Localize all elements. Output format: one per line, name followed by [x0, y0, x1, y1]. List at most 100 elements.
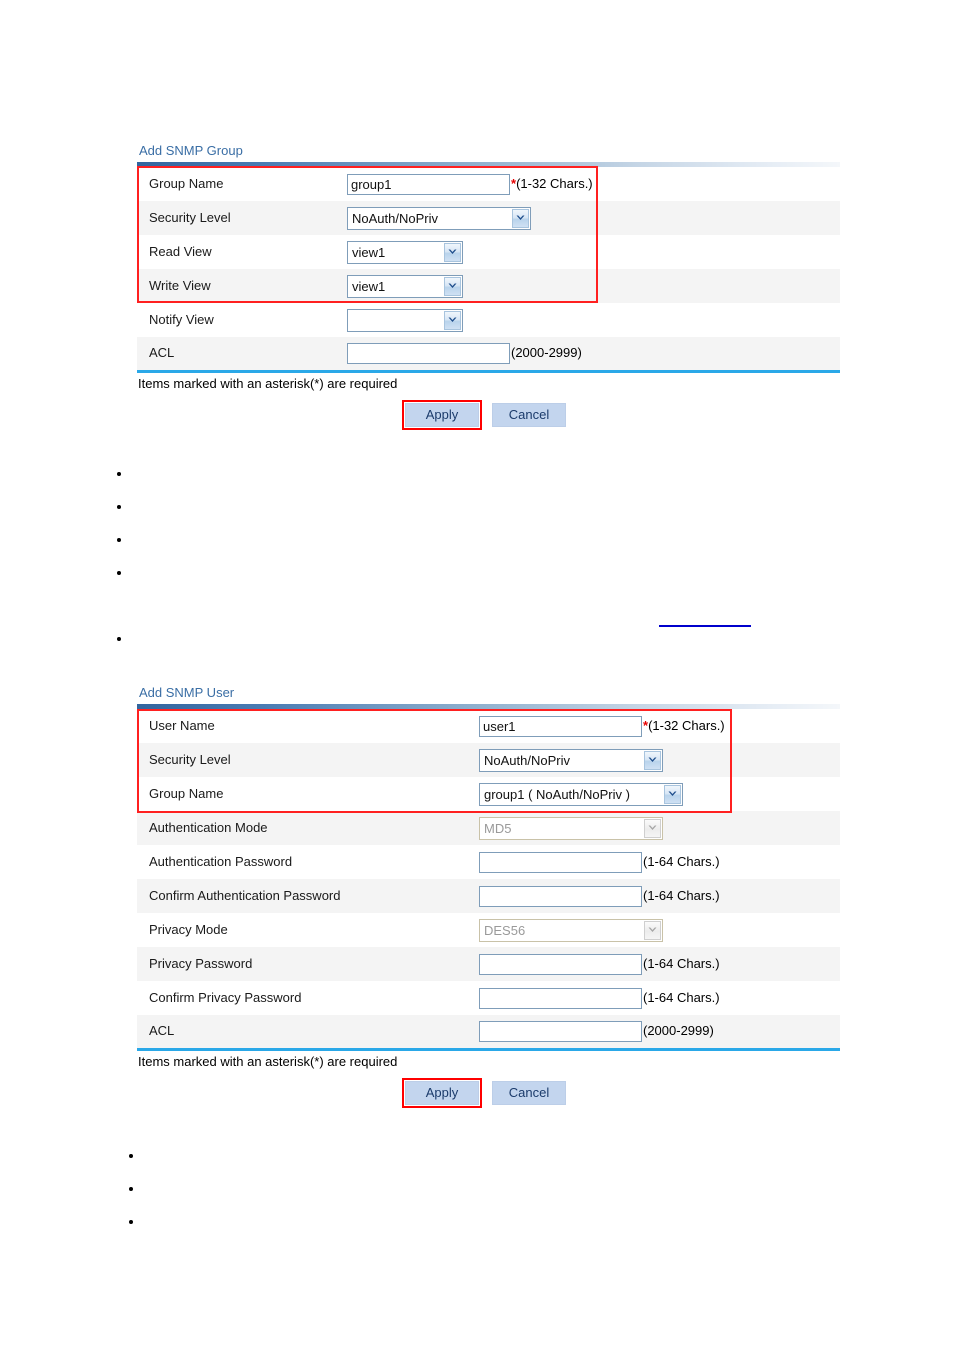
confirm-privacy-password-input[interactable] — [479, 987, 642, 1009]
chevron-down-icon — [644, 818, 661, 838]
table-row: Security Level NoAuth/NoPriv — [137, 743, 840, 777]
add-snmp-group-title: Add SNMP Group — [139, 143, 243, 158]
bullet-list-upper — [110, 466, 132, 664]
row-field-confirm-privacy-password: (1-64 Chars.) — [467, 981, 840, 1015]
apply-button-highlight: Apply — [402, 1077, 482, 1108]
row-field-security-level: NoAuth/NoPriv — [335, 201, 840, 235]
apply-button-highlight: Apply — [402, 399, 482, 430]
table-row: Read View view1 — [137, 235, 840, 269]
authentication-password-input[interactable] — [479, 851, 642, 873]
table-row: Group Name *(1-32 Chars.) — [137, 167, 840, 201]
row-label-read-view: Read View — [149, 244, 212, 259]
row-field-notify-view — [335, 303, 840, 337]
chevron-down-icon[interactable] — [664, 784, 681, 804]
user-acl-input[interactable] — [479, 1020, 642, 1042]
group-name-hint: *(1-32 Chars.) — [511, 176, 593, 192]
privacy-password-input[interactable] — [479, 953, 642, 975]
row-label-user-acl: ACL — [149, 1023, 175, 1039]
row-field-write-view: view1 — [335, 269, 840, 303]
group-cancel-button[interactable]: Cancel — [492, 402, 566, 427]
row-field-read-view: view1 — [335, 235, 840, 269]
user-name-hint-text: (1-32 Chars.) — [648, 718, 725, 733]
user-security-level-select[interactable]: NoAuth/NoPriv — [479, 748, 663, 772]
confirm-authentication-password-input[interactable] — [479, 885, 642, 907]
user-security-level-value: NoAuth/NoPriv — [484, 752, 570, 768]
chevron-down-icon — [644, 920, 661, 940]
chevron-down-icon[interactable] — [444, 242, 461, 262]
notify-view-select[interactable] — [347, 308, 463, 332]
table-row: Privacy Password (1-64 Chars.) — [137, 947, 840, 981]
confirm-authentication-password-hint: (1-64 Chars.) — [643, 888, 720, 903]
authentication-password-hint: (1-64 Chars.) — [643, 854, 720, 869]
table-row: ACL (2000-2999) — [137, 1015, 840, 1049]
add-snmp-group-panel: Add SNMP Group Group Name *(1-32 Chars.)… — [137, 143, 840, 430]
row-field-authentication-password: (1-64 Chars.) — [467, 845, 840, 879]
table-row: Write View view1 — [137, 269, 840, 303]
authentication-mode-value: MD5 — [484, 820, 512, 836]
row-field-authentication-mode: MD5 — [467, 811, 840, 845]
table-row: Group Name group1 ( NoAuth/NoPriv ) — [137, 777, 840, 811]
read-view-select[interactable]: view1 — [347, 240, 463, 264]
user-group-name-select[interactable]: group1 ( NoAuth/NoPriv ) — [479, 782, 683, 806]
add-snmp-user-panel: Add SNMP User User Name *(1-32 Chars.) S… — [137, 685, 840, 1108]
add-snmp-user-title: Add SNMP User — [139, 685, 235, 700]
table-row: Authentication Password (1-64 Chars.) — [137, 845, 840, 879]
row-field-user-acl: (2000-2999) — [467, 1015, 840, 1049]
row-label-authentication-password: Authentication Password — [149, 854, 293, 869]
user-cancel-button[interactable]: Cancel — [492, 1080, 566, 1105]
group-name-hint-text: (1-32 Chars.) — [516, 176, 593, 191]
privacy-mode-select: DES56 — [479, 918, 663, 942]
table-row: Confirm Authentication Password (1-64 Ch… — [137, 879, 840, 913]
row-label-confirm-privacy-password: Confirm Privacy Password — [149, 990, 302, 1005]
row-label-user-security-level: Security Level — [149, 752, 231, 767]
privacy-password-hint: (1-64 Chars.) — [643, 956, 720, 971]
row-field-acl: (2000-2999) — [335, 337, 840, 371]
chevron-down-icon[interactable] — [444, 276, 461, 296]
empty-hyperlink-underline[interactable] — [659, 625, 751, 627]
bullet-list-lower — [122, 1148, 144, 1247]
user-required-footnote: Items marked with an asterisk(*) are req… — [138, 1053, 398, 1069]
group-required-footnote: Items marked with an asterisk(*) are req… — [138, 375, 398, 391]
row-field-privacy-password: (1-64 Chars.) — [467, 947, 840, 981]
chevron-down-icon[interactable] — [512, 208, 529, 228]
group-security-level-value: NoAuth/NoPriv — [352, 210, 438, 226]
chevron-down-icon[interactable] — [444, 310, 461, 330]
table-row: Authentication Mode MD5 — [137, 811, 840, 845]
table-row: Security Level NoAuth/NoPriv — [137, 201, 840, 235]
group-acl-input[interactable] — [347, 342, 510, 364]
authentication-mode-select: MD5 — [479, 816, 663, 840]
chevron-down-icon[interactable] — [644, 750, 661, 770]
user-group-name-value: group1 ( NoAuth/NoPriv ) — [484, 786, 630, 802]
group-apply-button[interactable]: Apply — [405, 402, 479, 427]
row-field-privacy-mode: DES56 — [467, 913, 840, 947]
write-view-value: view1 — [352, 278, 386, 294]
row-label-authentication-mode: Authentication Mode — [149, 820, 268, 835]
user-button-row: Apply Cancel — [137, 1077, 840, 1108]
group-button-row: Apply Cancel — [137, 399, 840, 430]
row-label-confirm-authentication-password: Confirm Authentication Password — [149, 888, 341, 903]
row-field-group-name: *(1-32 Chars.) — [335, 167, 840, 201]
row-field-user-group-name: group1 ( NoAuth/NoPriv ) — [467, 777, 840, 811]
row-label-security-level: Security Level — [149, 210, 231, 225]
write-view-select[interactable]: view1 — [347, 274, 463, 298]
row-field-user-security-level: NoAuth/NoPriv — [467, 743, 840, 777]
group-acl-hint: (2000-2999) — [511, 345, 582, 361]
table-row: Privacy Mode DES56 — [137, 913, 840, 947]
snmp-group-form-table: Group Name *(1-32 Chars.) Security Level… — [137, 167, 840, 373]
user-name-hint: *(1-32 Chars.) — [643, 718, 725, 734]
row-field-confirm-authentication-password: (1-64 Chars.) — [467, 879, 840, 913]
privacy-mode-value: DES56 — [484, 922, 526, 938]
table-row: Notify View — [137, 303, 840, 337]
user-apply-button[interactable]: Apply — [405, 1080, 479, 1105]
group-security-level-select[interactable]: NoAuth/NoPriv — [347, 206, 531, 230]
user-name-input[interactable] — [479, 715, 642, 737]
row-label-acl: ACL — [149, 345, 175, 361]
group-name-input[interactable] — [347, 173, 510, 195]
read-view-value: view1 — [352, 244, 386, 260]
row-label-notify-view: Notify View — [149, 312, 214, 327]
table-row: User Name *(1-32 Chars.) — [137, 709, 840, 743]
table-row: ACL (2000-2999) — [137, 337, 840, 371]
row-label-user-name: User Name — [149, 718, 215, 733]
table-row: Confirm Privacy Password (1-64 Chars.) — [137, 981, 840, 1015]
row-field-user-name: *(1-32 Chars.) — [467, 709, 840, 743]
